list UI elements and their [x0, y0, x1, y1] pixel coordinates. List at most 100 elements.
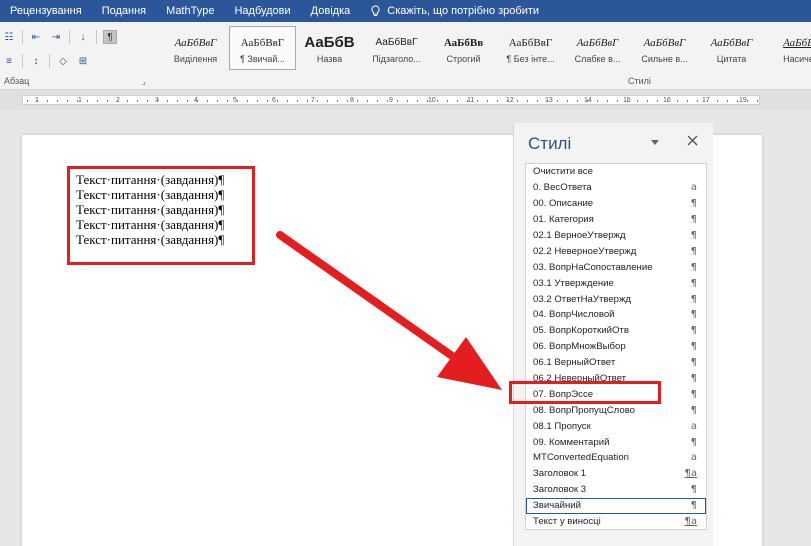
ruler-tick-mark: [697, 100, 698, 102]
separator: [69, 30, 70, 44]
menu-addins[interactable]: Надбудови: [224, 5, 300, 17]
style-list-item[interactable]: MTConvertedEquation a: [526, 450, 706, 466]
style-type-icon: ¶: [690, 277, 697, 289]
style-list-item[interactable]: Заголовок 3 ¶: [526, 482, 706, 498]
text-highlight-box: [67, 166, 255, 265]
gallery-style-emphasis[interactable]: АаБбВвГ Виділення: [162, 26, 229, 70]
ruler-tick-mark: [437, 100, 438, 102]
style-item-name: Заголовок 1: [533, 468, 587, 480]
style-name: Підзаголо...: [372, 54, 421, 64]
ruler-tick-mark: [257, 100, 258, 102]
style-item-name: 03. ВопрНаСопоставление: [533, 261, 653, 273]
menu-review[interactable]: Рецензування: [0, 5, 92, 17]
ruler-tick-mark: [147, 100, 148, 102]
style-item-name: Текст у виносці: [533, 516, 601, 528]
style-item-name: 02.2 НеверноеУтвержд: [533, 245, 637, 257]
ruler-tick-mark: [67, 100, 68, 102]
ruler-tick-mark: [627, 100, 628, 102]
gallery-style-intense-quote[interactable]: АаБбВ Насиче: [765, 26, 811, 70]
style-type-icon: ¶: [690, 198, 697, 210]
increase-indent-icon[interactable]: ⇥: [49, 30, 63, 44]
style-name: Назва: [316, 54, 343, 64]
ruler-tick-mark: [717, 100, 718, 102]
ruler-tick-mark: [467, 100, 468, 102]
style-list-item[interactable]: Звичайний ¶: [526, 497, 706, 514]
decrease-indent-icon[interactable]: ⇤: [29, 30, 43, 44]
style-list-item[interactable]: Текст у виносці ¶a: [526, 514, 706, 530]
ruler-tick-mark: [37, 100, 38, 102]
chevron-down-icon[interactable]: [650, 135, 660, 150]
ruler-tick-mark: [287, 100, 288, 102]
ruler-tick-mark: [87, 100, 88, 102]
style-preview: АаБбВвГ: [240, 37, 285, 49]
shading-icon[interactable]: ◇: [56, 54, 70, 68]
menu-mathtype[interactable]: MathType: [156, 5, 224, 17]
gallery-style-normal[interactable]: АаБбВвГ ¶ Звичай...: [229, 26, 296, 70]
style-list-item[interactable]: 02.1 ВерноеУтвержд ¶: [526, 228, 706, 244]
style-list-item[interactable]: Очистити все: [526, 164, 706, 180]
style-list-item[interactable]: 08. ВопрПропущСлово ¶: [526, 402, 706, 418]
paragraph-dialog-launcher-icon[interactable]: ⌟: [142, 77, 146, 86]
gallery-style-quote[interactable]: АаБбВвГ Цитата: [698, 26, 765, 70]
paragraph-group-label: Абзац: [4, 76, 30, 86]
gallery-style-title[interactable]: АаБбВ Назва: [296, 26, 363, 70]
ruler-number: 8: [350, 97, 354, 104]
ruler-tick-mark: [307, 100, 308, 102]
separator: [22, 30, 23, 44]
ruler-tick-mark: [27, 100, 28, 102]
style-type-icon: ¶a: [684, 468, 698, 480]
ruler-tick-mark: [337, 100, 338, 102]
ruler-tick-mark: [77, 100, 78, 102]
ruler-tick-mark: [557, 100, 558, 102]
style-list-item[interactable]: 06.1 ВерныйОтвет ¶: [526, 355, 706, 371]
style-preview: АаБбВвГ: [710, 37, 753, 49]
style-preview: АаБбВвГ: [174, 37, 217, 49]
style-preview: АаБбВвГ: [576, 37, 619, 49]
justify-icon[interactable]: ≡: [2, 54, 16, 68]
horizontal-ruler[interactable]: 1123456789101112131415161719: [0, 90, 811, 110]
style-list-item[interactable]: Заголовок 1 ¶a: [526, 466, 706, 482]
style-list-item[interactable]: 09. Комментарий ¶: [526, 434, 706, 450]
ruler-tick-mark: [277, 100, 278, 102]
style-list-item[interactable]: 05. ВопрКороткийОтв ¶: [526, 323, 706, 339]
style-list-item[interactable]: 03. ВопрНаСопоставление ¶: [526, 259, 706, 275]
ruler-tick-mark: [687, 100, 688, 102]
gallery-style-subtitle[interactable]: АаБбВвГ Підзаголо...: [363, 26, 430, 70]
style-list-item[interactable]: 03.1 Утверждение ¶: [526, 275, 706, 291]
style-type-icon: ¶: [690, 484, 697, 496]
pane-title: Стилі: [528, 134, 572, 153]
style-type-icon: ¶: [690, 230, 697, 241]
style-item-name: 02.1 ВерноеУтвержд: [533, 230, 626, 241]
line-spacing-icon[interactable]: ↕: [29, 54, 43, 68]
borders-icon[interactable]: ⊞: [76, 54, 90, 68]
style-list-item[interactable]: 03.2 ОтветНаУтвержд ¶: [526, 291, 706, 307]
close-icon[interactable]: [687, 134, 698, 149]
style-type-icon: ¶: [690, 293, 697, 305]
style-list-item[interactable]: 01. Категория ¶: [526, 212, 706, 228]
gallery-style-subtle-emphasis[interactable]: АаБбВвГ Слабке в...: [564, 26, 631, 70]
ruler-tick-mark: [347, 100, 348, 102]
menu-help[interactable]: Довідка: [301, 5, 361, 17]
style-preview: АаБбВвГ: [508, 37, 553, 49]
gallery-style-no-spacing[interactable]: АаБбВвГ ¶ Без інте...: [497, 26, 564, 70]
ruler-tick-mark: [597, 100, 598, 102]
style-list-item[interactable]: 0. ВесОтвета a: [526, 180, 706, 196]
style-list-item[interactable]: 04. ВопрЧисловой ¶: [526, 307, 706, 323]
multilevel-list-icon[interactable]: ☷: [2, 30, 16, 44]
gallery-style-intense-emphasis[interactable]: АаБбВвГ Сильне в...: [631, 26, 698, 70]
style-list-item[interactable]: 02.2 НеверноеУтвержд ¶: [526, 243, 706, 259]
ruler-tick-mark: [747, 100, 748, 102]
style-list-item[interactable]: 00. Описание ¶: [526, 196, 706, 212]
ruler-tick-mark: [637, 100, 638, 102]
ruler-tick-mark: [267, 100, 268, 102]
tell-me-box[interactable]: Скажіть, що потрібно зробити: [360, 5, 539, 17]
menu-view[interactable]: Подання: [92, 5, 156, 17]
style-list-item[interactable]: 06. ВопрМножВыбор ¶: [526, 339, 706, 355]
ruler-tick-mark: [207, 100, 208, 102]
sort-icon[interactable]: ↓: [76, 30, 90, 44]
show-formatting-marks-icon[interactable]: ¶: [103, 30, 117, 44]
gallery-style-strong[interactable]: АаБбВв Строгий: [430, 26, 497, 70]
styles-list: Очистити все 0. ВесОтвета a 00. Описание ¶ 01…: [525, 163, 707, 531]
style-list-item[interactable]: 08.1 Пропуск a: [526, 418, 706, 434]
menu-bar: Рецензування Подання MathType Надбудови …: [0, 0, 811, 22]
